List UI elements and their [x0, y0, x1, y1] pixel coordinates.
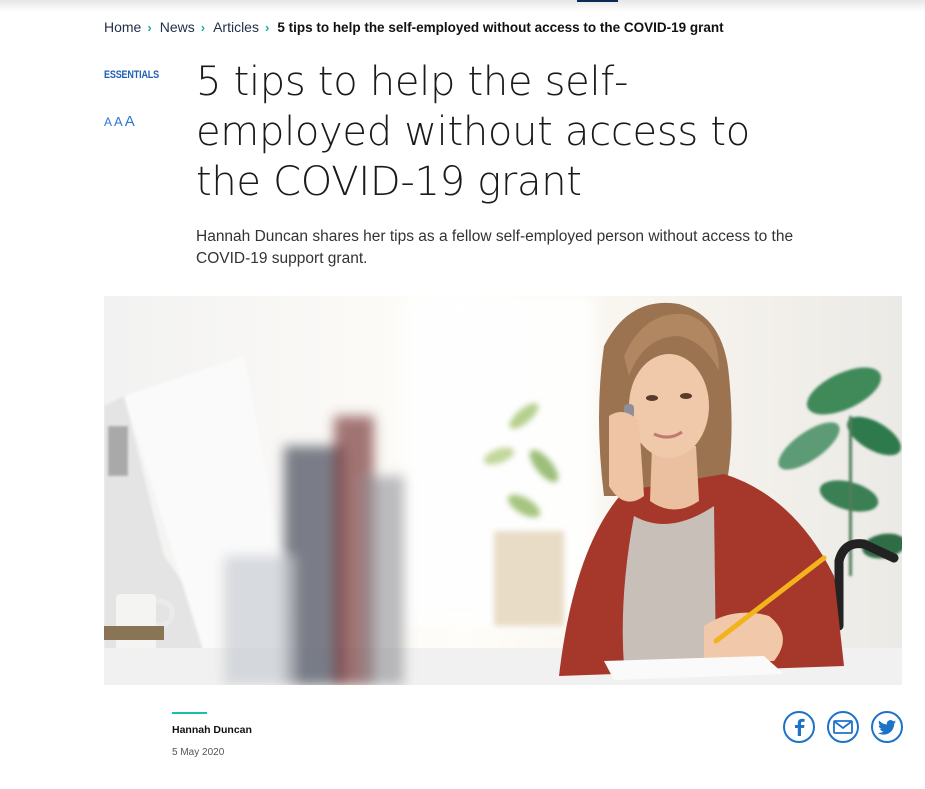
author-divider: [172, 712, 207, 714]
chevron-right-icon: ›: [264, 19, 270, 35]
share-facebook-button[interactable]: [783, 711, 815, 743]
share-email-button[interactable]: [827, 711, 859, 743]
text-size-small-button[interactable]: A: [104, 116, 112, 129]
breadcrumb-home[interactable]: Home: [104, 19, 141, 35]
text-size-controls: A A A: [104, 114, 135, 129]
article-subtitle: Hannah Duncan shares her tips as a fello…: [196, 228, 794, 267]
text-size-large-button[interactable]: A: [125, 114, 135, 129]
top-nav-shadow: [0, 0, 925, 12]
hero-photo-illustration: [104, 296, 902, 685]
breadcrumb-current: 5 tips to help the self-employed without…: [277, 19, 724, 35]
twitter-icon: [878, 719, 896, 735]
chevron-right-icon: ›: [147, 19, 152, 35]
active-nav-indicator: [577, 0, 618, 2]
chevron-right-icon: ›: [200, 19, 206, 35]
email-icon: [833, 720, 853, 734]
publish-date: 5 May 2020: [172, 747, 225, 758]
author-name: Hannah Duncan: [172, 724, 252, 736]
category-tag[interactable]: ESSENTIALS: [104, 69, 159, 81]
breadcrumb-news[interactable]: News: [160, 19, 195, 35]
breadcrumb: Home › News › Articles › 5 tips to help …: [104, 18, 724, 36]
breadcrumb-articles[interactable]: Articles: [213, 19, 259, 35]
hero-image: [104, 296, 902, 685]
article-title: 5 tips to help the self-employed without…: [196, 59, 750, 205]
share-twitter-button[interactable]: [871, 711, 903, 743]
share-buttons: [783, 711, 903, 743]
facebook-icon: [795, 718, 805, 736]
text-size-medium-button[interactable]: A: [114, 115, 123, 129]
